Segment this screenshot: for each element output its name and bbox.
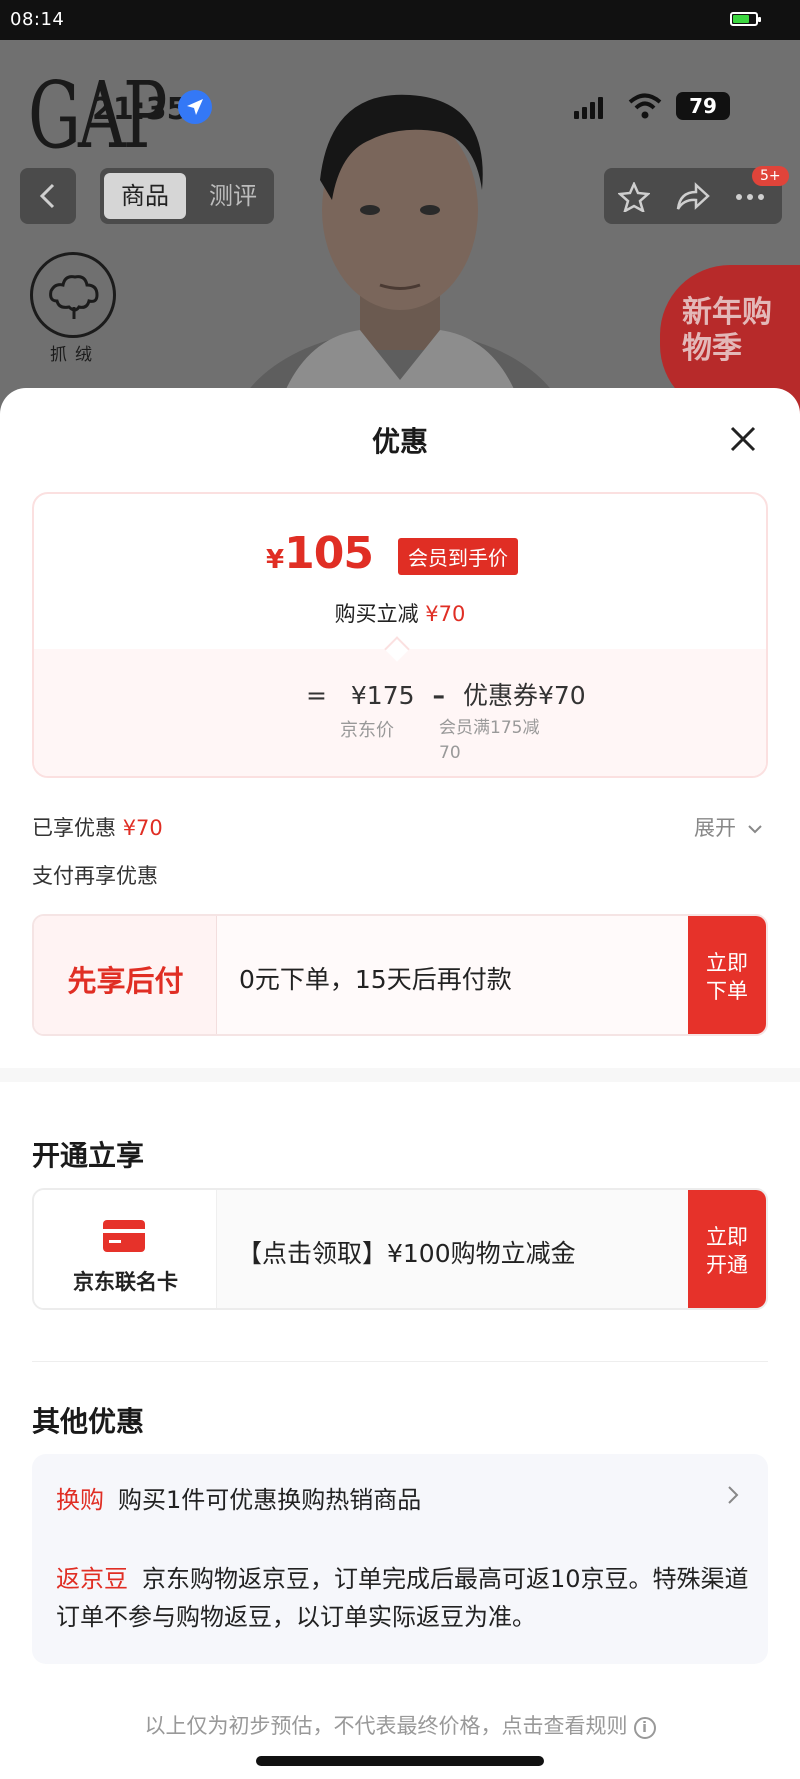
- price-formula: = ¥175 – 优惠券¥70: [306, 676, 586, 712]
- chevron-right-icon[interactable]: [726, 1484, 740, 1506]
- fleece-feature-icon: [30, 252, 116, 338]
- promo-banner-text: 新年购物季: [682, 295, 772, 366]
- coupon-amount: 优惠券¥70: [462, 681, 586, 710]
- sheet-title: 优惠: [371, 425, 428, 458]
- final-price: ¥105: [266, 528, 374, 579]
- discount-sheet: 优惠 ¥105 会员到手价 购买立减 ¥70 = ¥175 – 优惠券¥70 京…: [0, 388, 800, 1779]
- exchange-text: 购买1件可优惠换购热销商品: [118, 1486, 422, 1514]
- product-page-background: GAP 21:35 79 商品 测评 5+ 抓绒 新年购物季: [0, 40, 800, 440]
- chevron-down-icon: [747, 825, 762, 834]
- price-formula-area: [34, 649, 766, 776]
- jingdou-text: 京东购物返京豆，订单完成后最高可返10京豆。特殊渠道订单不参与购物返豆，以订单实…: [56, 1565, 749, 1631]
- message-count-badge: 5+: [752, 166, 789, 186]
- card-name: 京东联名卡: [73, 1270, 178, 1294]
- price-breakdown-card: ¥105 会员到手价 购买立减 ¥70 = ¥175 – 优惠券¥70 京东价 …: [32, 492, 768, 778]
- jd-price-label: 京东价: [340, 720, 394, 741]
- open-now-button[interactable]: 立即开通: [688, 1190, 766, 1308]
- bnpl-desc: 0元下单，15天后再付款: [239, 965, 512, 994]
- coupon-description: 会员满175减70: [439, 718, 540, 763]
- screenshot-inner-time: 21:35: [92, 92, 188, 127]
- bnpl-name: 先享后付: [67, 964, 184, 998]
- tab-product[interactable]: 商品: [104, 173, 186, 219]
- more-icon[interactable]: [734, 182, 766, 212]
- home-indicator: [256, 1756, 544, 1766]
- product-tabs: 商品 测评: [100, 168, 274, 224]
- back-button[interactable]: [20, 168, 76, 224]
- order-now-button[interactable]: 立即下单: [688, 916, 766, 1034]
- cobrand-card-offer[interactable]: 京东联名卡 【点击领取】¥100购物立减金 立即开通: [32, 1188, 768, 1310]
- location-arrow-icon: [178, 90, 212, 124]
- divider-line: [32, 1361, 768, 1362]
- inner-battery-indicator: 79: [676, 92, 730, 120]
- credit-card-icon: [103, 1220, 145, 1252]
- open-section-title: 开通立享: [32, 1139, 145, 1172]
- rules-footnote[interactable]: 以上仅为初步预估，不代表最终价格，点击查看规则 i: [0, 1710, 800, 1740]
- wifi-icon: [628, 93, 662, 119]
- instant-cut-text: 购买立减 ¥70: [334, 602, 466, 626]
- exchange-tag: 换购: [56, 1486, 104, 1514]
- jingdou-tag: 返京豆: [56, 1565, 128, 1593]
- jingdou-offer-row: 返京豆 京东购物返京豆，订单完成后最高可返10京豆。特殊渠道订单不参与购物返豆，以…: [56, 1560, 756, 1636]
- status-time: 08:14: [10, 9, 65, 30]
- battery-icon: [730, 12, 761, 26]
- member-price-tag: 会员到手价: [398, 538, 518, 575]
- signal-icon: [574, 97, 603, 119]
- info-icon: i: [633, 1717, 656, 1739]
- star-icon[interactable]: [618, 182, 650, 212]
- bnpl-offer[interactable]: 先享后付 0元下单，15天后再付款 立即下单: [32, 914, 768, 1036]
- other-offers-box: 换购 购买1件可优惠换购热销商品 返京豆 京东购物返京豆，订单完成后最高可返10京豆…: [32, 1454, 768, 1664]
- enjoyed-discount: 已享优惠 ¥70: [32, 816, 163, 840]
- model-photo: [250, 94, 550, 440]
- close-icon[interactable]: [728, 424, 758, 454]
- exchange-offer-row[interactable]: 换购 购买1件可优惠换购热销商品: [56, 1480, 421, 1515]
- chevron-left-icon: [39, 183, 55, 209]
- card-offer-desc: 【点击领取】¥100购物立减金: [237, 1239, 576, 1268]
- share-icon[interactable]: [676, 182, 710, 212]
- other-section-title: 其他优惠: [32, 1405, 145, 1438]
- section-divider: [0, 1068, 800, 1082]
- jd-price: ¥175: [350, 681, 415, 710]
- expand-button[interactable]: 展开: [694, 812, 763, 842]
- pay-more-label: 支付再享优惠: [32, 864, 158, 888]
- system-status-bar: 08:14: [0, 0, 800, 40]
- tab-review[interactable]: 测评: [198, 173, 268, 219]
- fleece-feature-label: 抓绒: [50, 345, 100, 365]
